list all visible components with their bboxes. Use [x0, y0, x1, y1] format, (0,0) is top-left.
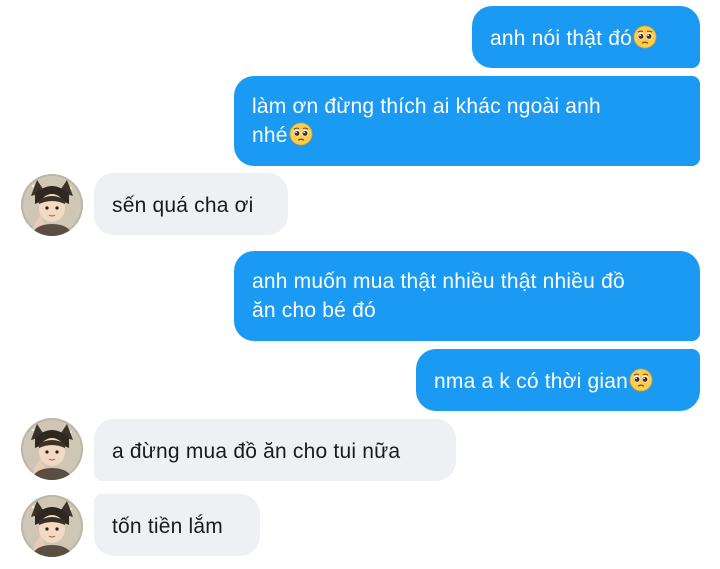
message-bubble-outgoing[interactable]: anh muốn mua thật nhiều thật nhiều đồ ăn… — [234, 251, 700, 341]
message-text: a đừng mua đồ ăn cho tui nữa — [112, 440, 401, 463]
message-text-line: làm ơn đừng thích ai khác ngoài anh — [252, 95, 601, 118]
avatar[interactable] — [21, 495, 83, 557]
message-text: nma a k có thời gian — [434, 370, 629, 393]
message-text-line: ăn cho bé đó — [252, 299, 376, 322]
message-text-line: nhé — [252, 124, 288, 147]
pleading-face-icon — [633, 25, 657, 49]
message-bubble-incoming[interactable]: a đừng mua đồ ăn cho tui nữa — [94, 419, 456, 481]
message-bubble-incoming[interactable]: tốn tiền lắm — [94, 494, 260, 556]
pleading-face-icon — [629, 368, 653, 392]
avatar-image — [21, 418, 83, 480]
chat-thread: anh nói thật đó làm ơn đừng thích ai khá… — [0, 0, 720, 569]
message-text: sến quá cha ơi — [112, 194, 254, 217]
avatar-image — [21, 174, 83, 236]
avatar-image — [21, 495, 83, 557]
avatar[interactable] — [21, 418, 83, 480]
message-text-line: anh muốn mua thật nhiều thật nhiều đồ — [252, 270, 625, 293]
message-bubble-incoming[interactable]: sến quá cha ơi — [94, 173, 288, 235]
message-bubble-outgoing[interactable]: nma a k có thời gian — [416, 349, 700, 411]
message-bubble-outgoing[interactable]: làm ơn đừng thích ai khác ngoài anh nhé — [234, 76, 700, 166]
message-text: tốn tiền lắm — [112, 515, 223, 538]
avatar[interactable] — [21, 174, 83, 236]
pleading-face-icon — [289, 122, 313, 146]
message-bubble-outgoing[interactable]: anh nói thật đó — [472, 6, 700, 68]
message-text: anh nói thật đó — [490, 27, 632, 50]
